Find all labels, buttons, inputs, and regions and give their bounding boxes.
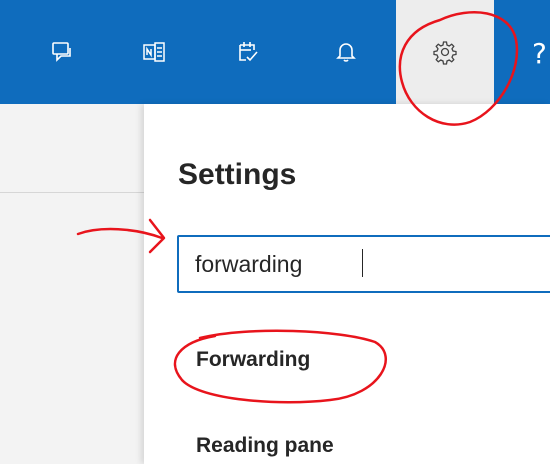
- search-result-forwarding[interactable]: Forwarding: [196, 348, 310, 372]
- left-pane: [0, 104, 144, 464]
- settings-search-input[interactable]: [179, 237, 550, 291]
- left-pane-divider: [0, 192, 144, 193]
- gear-icon: [433, 41, 457, 65]
- onenote-icon: [143, 42, 165, 62]
- settings-search-box[interactable]: [177, 235, 550, 293]
- chat-button[interactable]: [36, 26, 88, 78]
- calendar-check-icon: [239, 42, 258, 62]
- text-caret: [362, 249, 363, 277]
- settings-title: Settings: [178, 158, 297, 191]
- notifications-button[interactable]: [320, 26, 372, 78]
- page: ? Settings Forwarding Reading pane: [0, 0, 550, 464]
- top-app-bar: ?: [0, 0, 550, 104]
- chat-icon: [52, 42, 71, 62]
- settings-button[interactable]: [396, 0, 494, 104]
- onenote-button[interactable]: [128, 26, 180, 78]
- todo-button[interactable]: [222, 26, 274, 78]
- search-result-reading-pane[interactable]: Reading pane: [196, 434, 334, 458]
- help-button[interactable]: ?: [532, 40, 547, 68]
- bell-icon: [336, 43, 356, 62]
- settings-panel: Settings Forwarding Reading pane: [144, 104, 550, 464]
